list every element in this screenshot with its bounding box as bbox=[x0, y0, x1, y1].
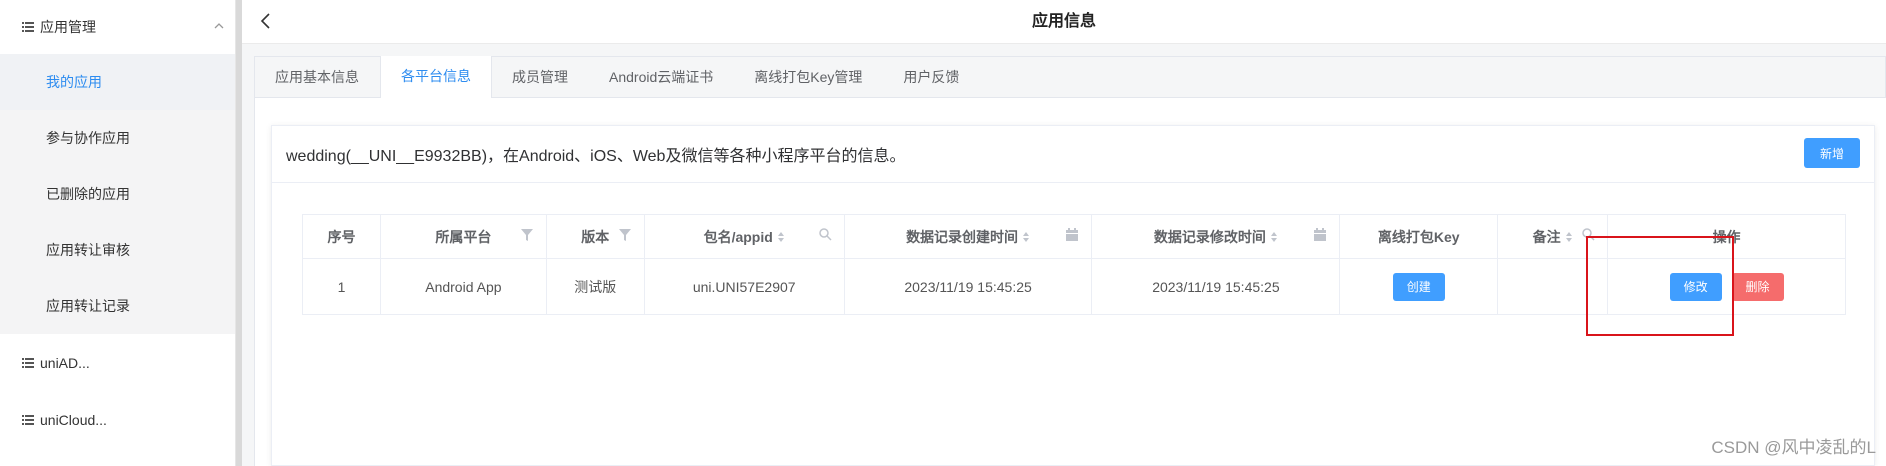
header-index: 序号 bbox=[302, 214, 381, 259]
sidebar-item-transfer-review[interactable]: 应用转让审核 bbox=[0, 222, 235, 278]
topbar: 应用信息 bbox=[242, 0, 1886, 44]
header-label: 离线打包Key bbox=[1377, 228, 1460, 245]
sidebar-item-label: 已删除的应用 bbox=[46, 186, 130, 202]
header-label: 包名/appid bbox=[703, 228, 773, 245]
sidebar-group-label: 应用管理 bbox=[40, 19, 96, 35]
sort-icon[interactable] bbox=[1270, 231, 1278, 243]
calendar-icon[interactable] bbox=[1065, 227, 1079, 243]
tab-basic-info[interactable]: 应用基本信息 bbox=[255, 57, 380, 97]
add-button[interactable]: 新增 bbox=[1804, 138, 1860, 168]
tab-user-feedback[interactable]: 用户反馈 bbox=[883, 57, 980, 97]
cell-actions: 修改 删除 bbox=[1607, 258, 1846, 315]
platform-table: 序号 所属平台 版本 包名/appid 数据记录创建时间 数据记录修改时间 离线… bbox=[302, 214, 1846, 315]
sort-icon[interactable] bbox=[777, 231, 785, 243]
tab-offline-key[interactable]: 离线打包Key管理 bbox=[734, 57, 883, 97]
search-icon[interactable] bbox=[1581, 227, 1595, 243]
cell-created: 2023/11/19 15:45:25 bbox=[843, 258, 1093, 315]
sidebar-item-collab-apps[interactable]: 参与协作应用 bbox=[0, 110, 235, 166]
header-label: 版本 bbox=[581, 228, 610, 245]
chevron-left-icon bbox=[260, 13, 270, 29]
table-row: 1 Android App 测试版 uni.UNI57E2907 2023/11… bbox=[302, 258, 1846, 315]
header-package: 包名/appid bbox=[643, 214, 845, 259]
list-icon bbox=[22, 22, 34, 32]
sidebar: 应用管理 我的应用 参与协作应用 已删除的应用 应用转让审核 应用转让记录 un… bbox=[0, 0, 236, 466]
page-title: 应用信息 bbox=[1031, 13, 1096, 30]
sidebar-item-my-apps[interactable]: 我的应用 bbox=[0, 54, 235, 110]
calendar-icon[interactable] bbox=[1313, 227, 1327, 243]
chevron-up-icon bbox=[214, 23, 224, 29]
header-label: 数据记录创建时间 bbox=[906, 228, 1019, 245]
header-label: 序号 bbox=[327, 228, 356, 245]
sidebar-item-label: 应用转让记录 bbox=[46, 298, 130, 314]
sidebar-item-label: 我的应用 bbox=[46, 74, 102, 90]
header-actions: 操作 bbox=[1607, 214, 1846, 259]
header-created: 数据记录创建时间 bbox=[843, 214, 1093, 259]
back-button[interactable] bbox=[254, 10, 276, 32]
platform-card: wedding(__UNI__E9932BB)，在Android、iOS、Web… bbox=[271, 125, 1875, 466]
tab-members[interactable]: 成员管理 bbox=[492, 57, 589, 97]
sort-icon[interactable] bbox=[1565, 231, 1573, 243]
sidebar-item-label: 应用转让审核 bbox=[46, 242, 130, 258]
tab-android-certificate[interactable]: Android云端证书 bbox=[589, 57, 734, 97]
header-offline-key: 离线打包Key bbox=[1339, 214, 1499, 259]
header-modified: 数据记录修改时间 bbox=[1091, 214, 1341, 259]
header-version: 版本 bbox=[545, 214, 645, 259]
main-content: 应用信息 应用基本信息 各平台信息 成员管理 Android云端证书 离线打包K… bbox=[242, 0, 1886, 466]
sort-icon[interactable] bbox=[1022, 231, 1030, 243]
tab-platform-info[interactable]: 各平台信息 bbox=[380, 56, 492, 98]
cell-remark bbox=[1497, 258, 1609, 315]
cell-offline-key: 创建 bbox=[1339, 258, 1499, 315]
cell-modified: 2023/11/19 15:45:25 bbox=[1091, 258, 1341, 315]
card-description: wedding(__UNI__E9932BB)，在Android、iOS、Web… bbox=[286, 148, 906, 165]
cell-version: 测试版 bbox=[545, 258, 645, 315]
submenu-app-management: 我的应用 参与协作应用 已删除的应用 应用转让审核 应用转让记录 bbox=[0, 54, 235, 334]
filter-icon[interactable] bbox=[618, 227, 632, 243]
table-header-row: 序号 所属平台 版本 包名/appid 数据记录创建时间 数据记录修改时间 离线… bbox=[302, 214, 1846, 259]
tab-bar: 应用基本信息 各平台信息 成员管理 Android云端证书 离线打包Key管理 … bbox=[254, 56, 1886, 98]
delete-button[interactable]: 删除 bbox=[1731, 272, 1784, 301]
filter-icon[interactable] bbox=[520, 227, 534, 243]
list-icon bbox=[22, 357, 34, 368]
sidebar-group-label: uniCloud... bbox=[40, 411, 107, 428]
sidebar-item-transfer-records[interactable]: 应用转让记录 bbox=[0, 278, 235, 334]
sidebar-item-label: 参与协作应用 bbox=[46, 130, 130, 146]
header-label: 备注 bbox=[1532, 228, 1561, 245]
cell-index: 1 bbox=[302, 258, 381, 315]
watermark: CSDN @风中凌乱的L bbox=[1711, 438, 1876, 457]
tab-panel: wedding(__UNI__E9932BB)，在Android、iOS、Web… bbox=[254, 98, 1886, 466]
header-label: 操作 bbox=[1712, 228, 1741, 245]
list-icon bbox=[22, 414, 34, 425]
create-key-button[interactable]: 创建 bbox=[1392, 272, 1445, 301]
header-remark: 备注 bbox=[1497, 214, 1609, 259]
sidebar-group-unicloud[interactable]: uniCloud... bbox=[0, 391, 235, 448]
cell-platform: Android App bbox=[379, 258, 547, 315]
sidebar-group-app-management[interactable]: 应用管理 bbox=[0, 0, 235, 54]
sidebar-group-label: uniAD... bbox=[40, 354, 90, 371]
search-icon[interactable] bbox=[818, 227, 832, 243]
header-label: 数据记录修改时间 bbox=[1153, 228, 1266, 245]
sidebar-group-uniad[interactable]: uniAD... bbox=[0, 334, 235, 391]
header-label: 所属平台 bbox=[435, 228, 492, 245]
cell-package: uni.UNI57E2907 bbox=[643, 258, 845, 315]
edit-button[interactable]: 修改 bbox=[1669, 272, 1722, 301]
header-platform: 所属平台 bbox=[379, 214, 547, 259]
card-header: wedding(__UNI__E9932BB)，在Android、iOS、Web… bbox=[272, 126, 1874, 183]
sidebar-item-deleted-apps[interactable]: 已删除的应用 bbox=[0, 166, 235, 222]
